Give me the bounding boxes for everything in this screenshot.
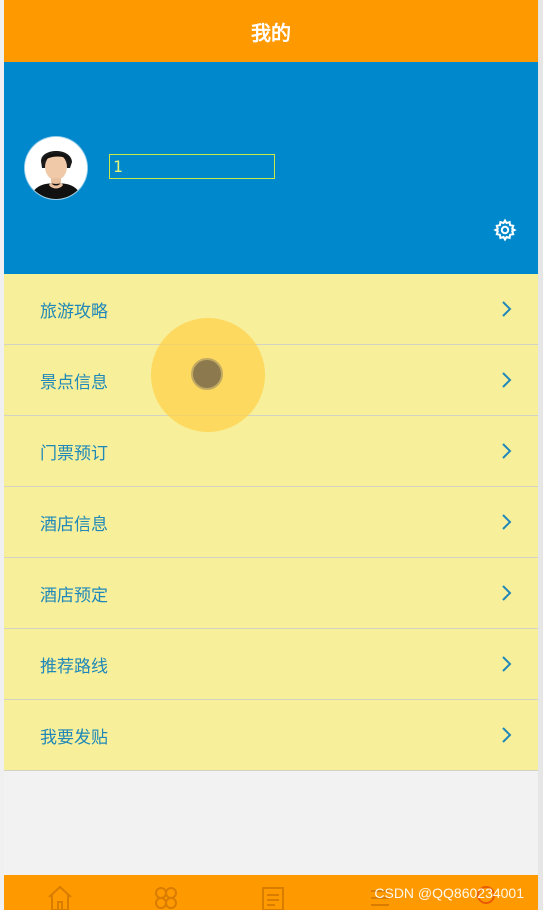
chevron-right-icon <box>502 514 512 530</box>
gear-icon <box>493 218 517 242</box>
menu-item-hotel-booking[interactable]: 酒店预定 <box>4 558 538 629</box>
menu-item-label: 门票预订 <box>40 443 108 464</box>
right-edge-strip <box>538 0 543 910</box>
profile-section <box>4 62 538 274</box>
menu-item-recommended-routes[interactable]: 推荐路线 <box>4 629 538 700</box>
home-icon <box>48 885 72 910</box>
menu-item-label: 旅游攻略 <box>40 301 108 322</box>
menu-item-hotel-info[interactable]: 酒店信息 <box>4 487 538 558</box>
menu-list: 旅游攻略 景点信息 门票预订 酒店信息 酒店预定 推荐路线 我要发贴 <box>4 274 538 771</box>
tab-home[interactable] <box>44 883 76 910</box>
category-icon <box>155 887 177 909</box>
menu-item-create-post[interactable]: 我要发贴 <box>4 700 538 771</box>
watermark-text: CSDN @QQ860234001 <box>374 885 524 901</box>
settings-button[interactable] <box>493 218 517 242</box>
menu-item-scenic-info[interactable]: 景点信息 <box>4 345 538 416</box>
chevron-right-icon <box>502 301 512 317</box>
chevron-right-icon <box>502 727 512 743</box>
page-title: 我的 <box>251 20 291 45</box>
chevron-right-icon <box>502 372 512 388</box>
menu-item-label: 我要发贴 <box>40 727 108 748</box>
tab-notes[interactable] <box>257 883 289 910</box>
header-bar: 我的 <box>4 0 538 62</box>
chevron-right-icon <box>502 585 512 601</box>
menu-item-label: 景点信息 <box>40 372 108 393</box>
menu-item-label: 酒店预定 <box>40 585 108 606</box>
touch-indicator-dot <box>191 358 223 390</box>
tab-category[interactable] <box>150 883 182 910</box>
avatar-image <box>25 137 87 199</box>
notes-icon <box>262 887 284 910</box>
menu-item-ticket-booking[interactable]: 门票预订 <box>4 416 538 487</box>
bottom-tab-bar: CSDN @QQ860234001 <box>4 875 538 910</box>
avatar[interactable] <box>25 137 87 199</box>
app-screen: 我的 旅游攻略 <box>4 0 538 910</box>
username-input[interactable] <box>109 154 275 179</box>
menu-item-label: 酒店信息 <box>40 514 108 535</box>
chevron-right-icon <box>502 443 512 459</box>
menu-item-travel-guide[interactable]: 旅游攻略 <box>4 274 538 345</box>
chevron-right-icon <box>502 656 512 672</box>
menu-item-label: 推荐路线 <box>40 656 108 677</box>
